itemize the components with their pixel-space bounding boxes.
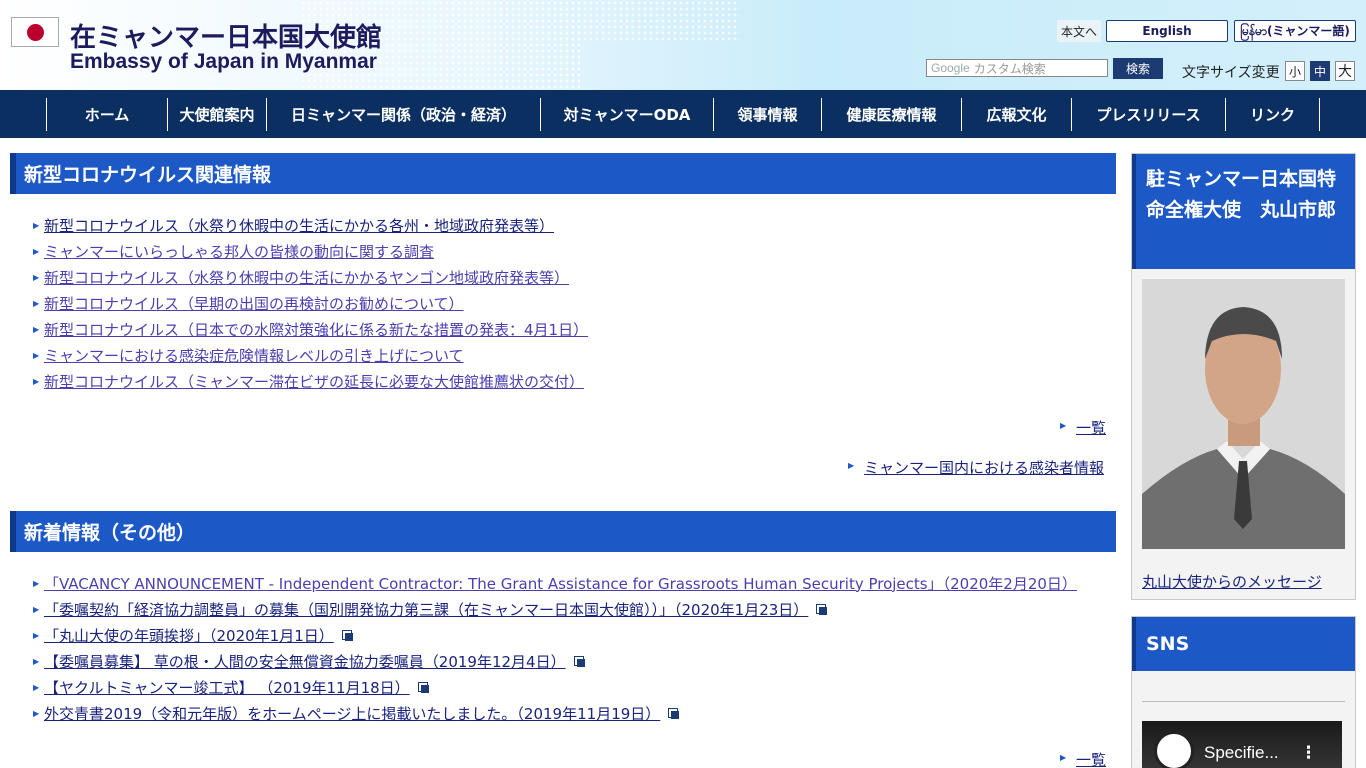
list-item: ▶ 新型コロナウイルス（水祭り休暇中の生活にかかるヤンゴン地域政府発表等） [33, 264, 588, 290]
news-link[interactable]: 【ヤクルトミャンマー竣工式】 （2019年11月18日） [44, 677, 410, 698]
list-item: ▶ 外交青書2019（令和元年版）をホームページ上に掲載いたしました。（2019年… [33, 700, 1077, 726]
list-item: ▶ ミャンマーにいらっしゃる邦人の皆様の動向に関する調査 [33, 238, 588, 264]
external-window-icon [341, 629, 353, 641]
news-link[interactable]: 新型コロナウイルス（早期の出国の再検討のお勧めについて） [44, 293, 464, 314]
font-size-large-button[interactable]: 大 [1335, 61, 1355, 81]
list-item: ▶ 「VACANCY ANNOUNCEMENT - Independent Con… [33, 570, 1077, 596]
news-section-title: 新着情報（その他） [10, 511, 1116, 552]
ambassador-title: 駐ミャンマー日本国特命全権大使 丸山市郎 [1132, 154, 1355, 269]
search-button[interactable]: 検索 [1113, 58, 1163, 79]
main-navigation: ホーム 大使館案内 日ミャンマー関係（政治・経済） 対ミャンマーODA 領事情報… [0, 90, 1366, 138]
nav-oda[interactable]: 対ミャンマーODA [540, 98, 713, 131]
arrow-right-icon: ▶ [33, 656, 40, 666]
font-size-label: 文字サイズ変更 [1182, 65, 1280, 81]
arrow-right-icon: ▶ [33, 708, 40, 718]
search-placeholder: カスタム検索 [973, 61, 1046, 76]
list-item: ▶ 新型コロナウイルス（日本での水際対策強化に係る新たな措置の発表：4月1日） [33, 316, 588, 342]
google-logo: Google [931, 61, 970, 75]
arrow-right-icon: ▶ [848, 461, 855, 470]
arrow-right-icon: ▶ [33, 682, 40, 692]
news-link[interactable]: 新型コロナウイルス（日本での水際対策強化に係る新たな措置の発表：4月1日） [44, 319, 588, 340]
arrow-right-icon: ▶ [33, 298, 40, 308]
news-link[interactable]: 【委嘱員募集】 草の根・人間の安全無償資金協力委嘱員（2019年12月4日） [44, 651, 566, 672]
search-input[interactable]: Google カスタム検索 [926, 59, 1108, 77]
nav-embassy-info[interactable]: 大使館案内 [167, 98, 266, 131]
external-window-icon [573, 655, 585, 667]
nav-press[interactable]: プレスリリース [1071, 98, 1225, 131]
news-link[interactable]: 新型コロナウイルス（水祭り休暇中の生活にかかる各州・地域政府発表等） [44, 215, 554, 236]
news-link[interactable]: 「委嘱契約「経済協力調整員」の募集（国別開発協力第三課（在ミャンマー日本国大使館… [44, 599, 808, 620]
list-item: ▶ 【ヤクルトミャンマー竣工式】 （2019年11月18日） [33, 674, 1077, 700]
news-link[interactable]: 新型コロナウイルス（水祭り休暇中の生活にかかるヤンゴン地域政府発表等） [44, 267, 569, 288]
list-item: ▶ 【委嘱員募集】 草の根・人間の安全無償資金協力委嘱員（2019年12月4日） [33, 648, 1077, 674]
skip-to-content-link[interactable]: 本文へ [1057, 20, 1101, 42]
list-item: ▶ 「丸山大使の年頭挨拶」（2020年1月1日） [33, 622, 1077, 648]
covid-more-link[interactable]: 一覧 [1076, 417, 1106, 438]
site-header: 在ミャンマー日本国大使館 Embassy of Japan in Myanmar… [0, 0, 1366, 90]
news-link[interactable]: 「丸山大使の年頭挨拶」（2020年1月1日） [44, 625, 334, 646]
external-window-icon [668, 707, 680, 719]
news-link[interactable]: ミャンマーにいらっしゃる邦人の皆様の動向に関する調査 [44, 241, 434, 262]
english-language-button[interactable]: English [1106, 20, 1228, 42]
youtube-video-embed[interactable]: Specifie... ⋮ [1142, 721, 1342, 768]
covid-news-list: ▶ 新型コロナウイルス（水祭り休暇中の生活にかかる各州・地域政府発表等） ▶ ミャン… [33, 212, 588, 394]
nav-links[interactable]: リンク [1225, 98, 1320, 131]
external-window-icon [816, 603, 828, 615]
nav-health[interactable]: 健康医療情報 [821, 98, 961, 131]
divider [1142, 701, 1345, 702]
news-list: ▶ 「VACANCY ANNOUNCEMENT - Independent Con… [33, 570, 1077, 726]
more-options-icon[interactable]: ⋮ [1300, 743, 1317, 763]
news-link[interactable]: 「VACANCY ANNOUNCEMENT - Independent Cont… [44, 573, 1077, 594]
arrow-right-icon: ▶ [33, 350, 40, 360]
news-more-link[interactable]: 一覧 [1076, 749, 1106, 768]
list-item: ▶ 新型コロナウイルス（水祭り休暇中の生活にかかる各州・地域政府発表等） [33, 212, 588, 238]
ambassador-message-link[interactable]: 丸山大使からのメッセージ [1142, 571, 1322, 592]
site-title-ja[interactable]: 在ミャンマー日本国大使館 [70, 17, 382, 54]
arrow-right-icon: ▶ [33, 272, 40, 282]
nav-home[interactable]: ホーム [46, 98, 167, 131]
sns-box: SNS Specifie... ⋮ [1131, 616, 1356, 768]
arrow-right-icon: ▶ [1060, 421, 1067, 430]
sns-title: SNS [1132, 617, 1355, 671]
list-item: ▶ 新型コロナウイルス（ミャンマー滞在ビザの延長に必要な大使館推薦状の交付） [33, 368, 588, 394]
japan-flag-icon [11, 17, 59, 47]
myanmar-language-button[interactable]: မြန်မာ(ミャンマー語) [1234, 20, 1356, 42]
list-item: ▶ ミャンマーにおける感染症危険情報レベルの引き上げについて [33, 342, 588, 368]
covid-section-title: 新型コロナウイルス関連情報 [10, 153, 1116, 194]
world-map-decoration [540, 0, 740, 40]
mofa-logo-icon [1154, 731, 1194, 768]
news-link[interactable]: 外交青書2019（令和元年版）をホームページ上に掲載いたしました。（2019年1… [44, 703, 660, 724]
arrow-right-icon: ▶ [33, 630, 40, 640]
font-size-medium-button[interactable]: 中 [1310, 61, 1330, 81]
infection-info-link[interactable]: ミャンマー国内における感染者情報 [864, 457, 1104, 478]
ambassador-box: 駐ミャンマー日本国特命全権大使 丸山市郎 丸山大使からのメッセージ [1131, 153, 1356, 600]
arrow-right-icon: ▶ [33, 246, 40, 256]
arrow-right-icon: ▶ [33, 578, 40, 588]
news-link[interactable]: ミャンマーにおける感染症危険情報レベルの引き上げについて [44, 345, 464, 366]
arrow-right-icon: ▶ [33, 376, 40, 386]
site-title-en[interactable]: Embassy of Japan in Myanmar [70, 50, 377, 74]
ambassador-photo [1142, 279, 1345, 549]
external-window-icon [417, 681, 429, 693]
list-item: ▶ 「委嘱契約「経済協力調整員」の募集（国別開発協力第三課（在ミャンマー日本国大使… [33, 596, 1077, 622]
nav-relations[interactable]: 日ミャンマー関係（政治・経済） [266, 98, 540, 131]
arrow-right-icon: ▶ [1060, 753, 1067, 762]
nav-culture[interactable]: 広報文化 [961, 98, 1071, 131]
arrow-right-icon: ▶ [33, 220, 40, 230]
arrow-right-icon: ▶ [33, 604, 40, 614]
nav-consular[interactable]: 領事情報 [713, 98, 821, 131]
list-item: ▶ 新型コロナウイルス（早期の出国の再検討のお勧めについて） [33, 290, 588, 316]
font-size-small-button[interactable]: 小 [1285, 61, 1305, 81]
video-title: Specifie... [1204, 743, 1279, 762]
arrow-right-icon: ▶ [33, 324, 40, 334]
news-link[interactable]: 新型コロナウイルス（ミャンマー滞在ビザの延長に必要な大使館推薦状の交付） [44, 371, 584, 392]
